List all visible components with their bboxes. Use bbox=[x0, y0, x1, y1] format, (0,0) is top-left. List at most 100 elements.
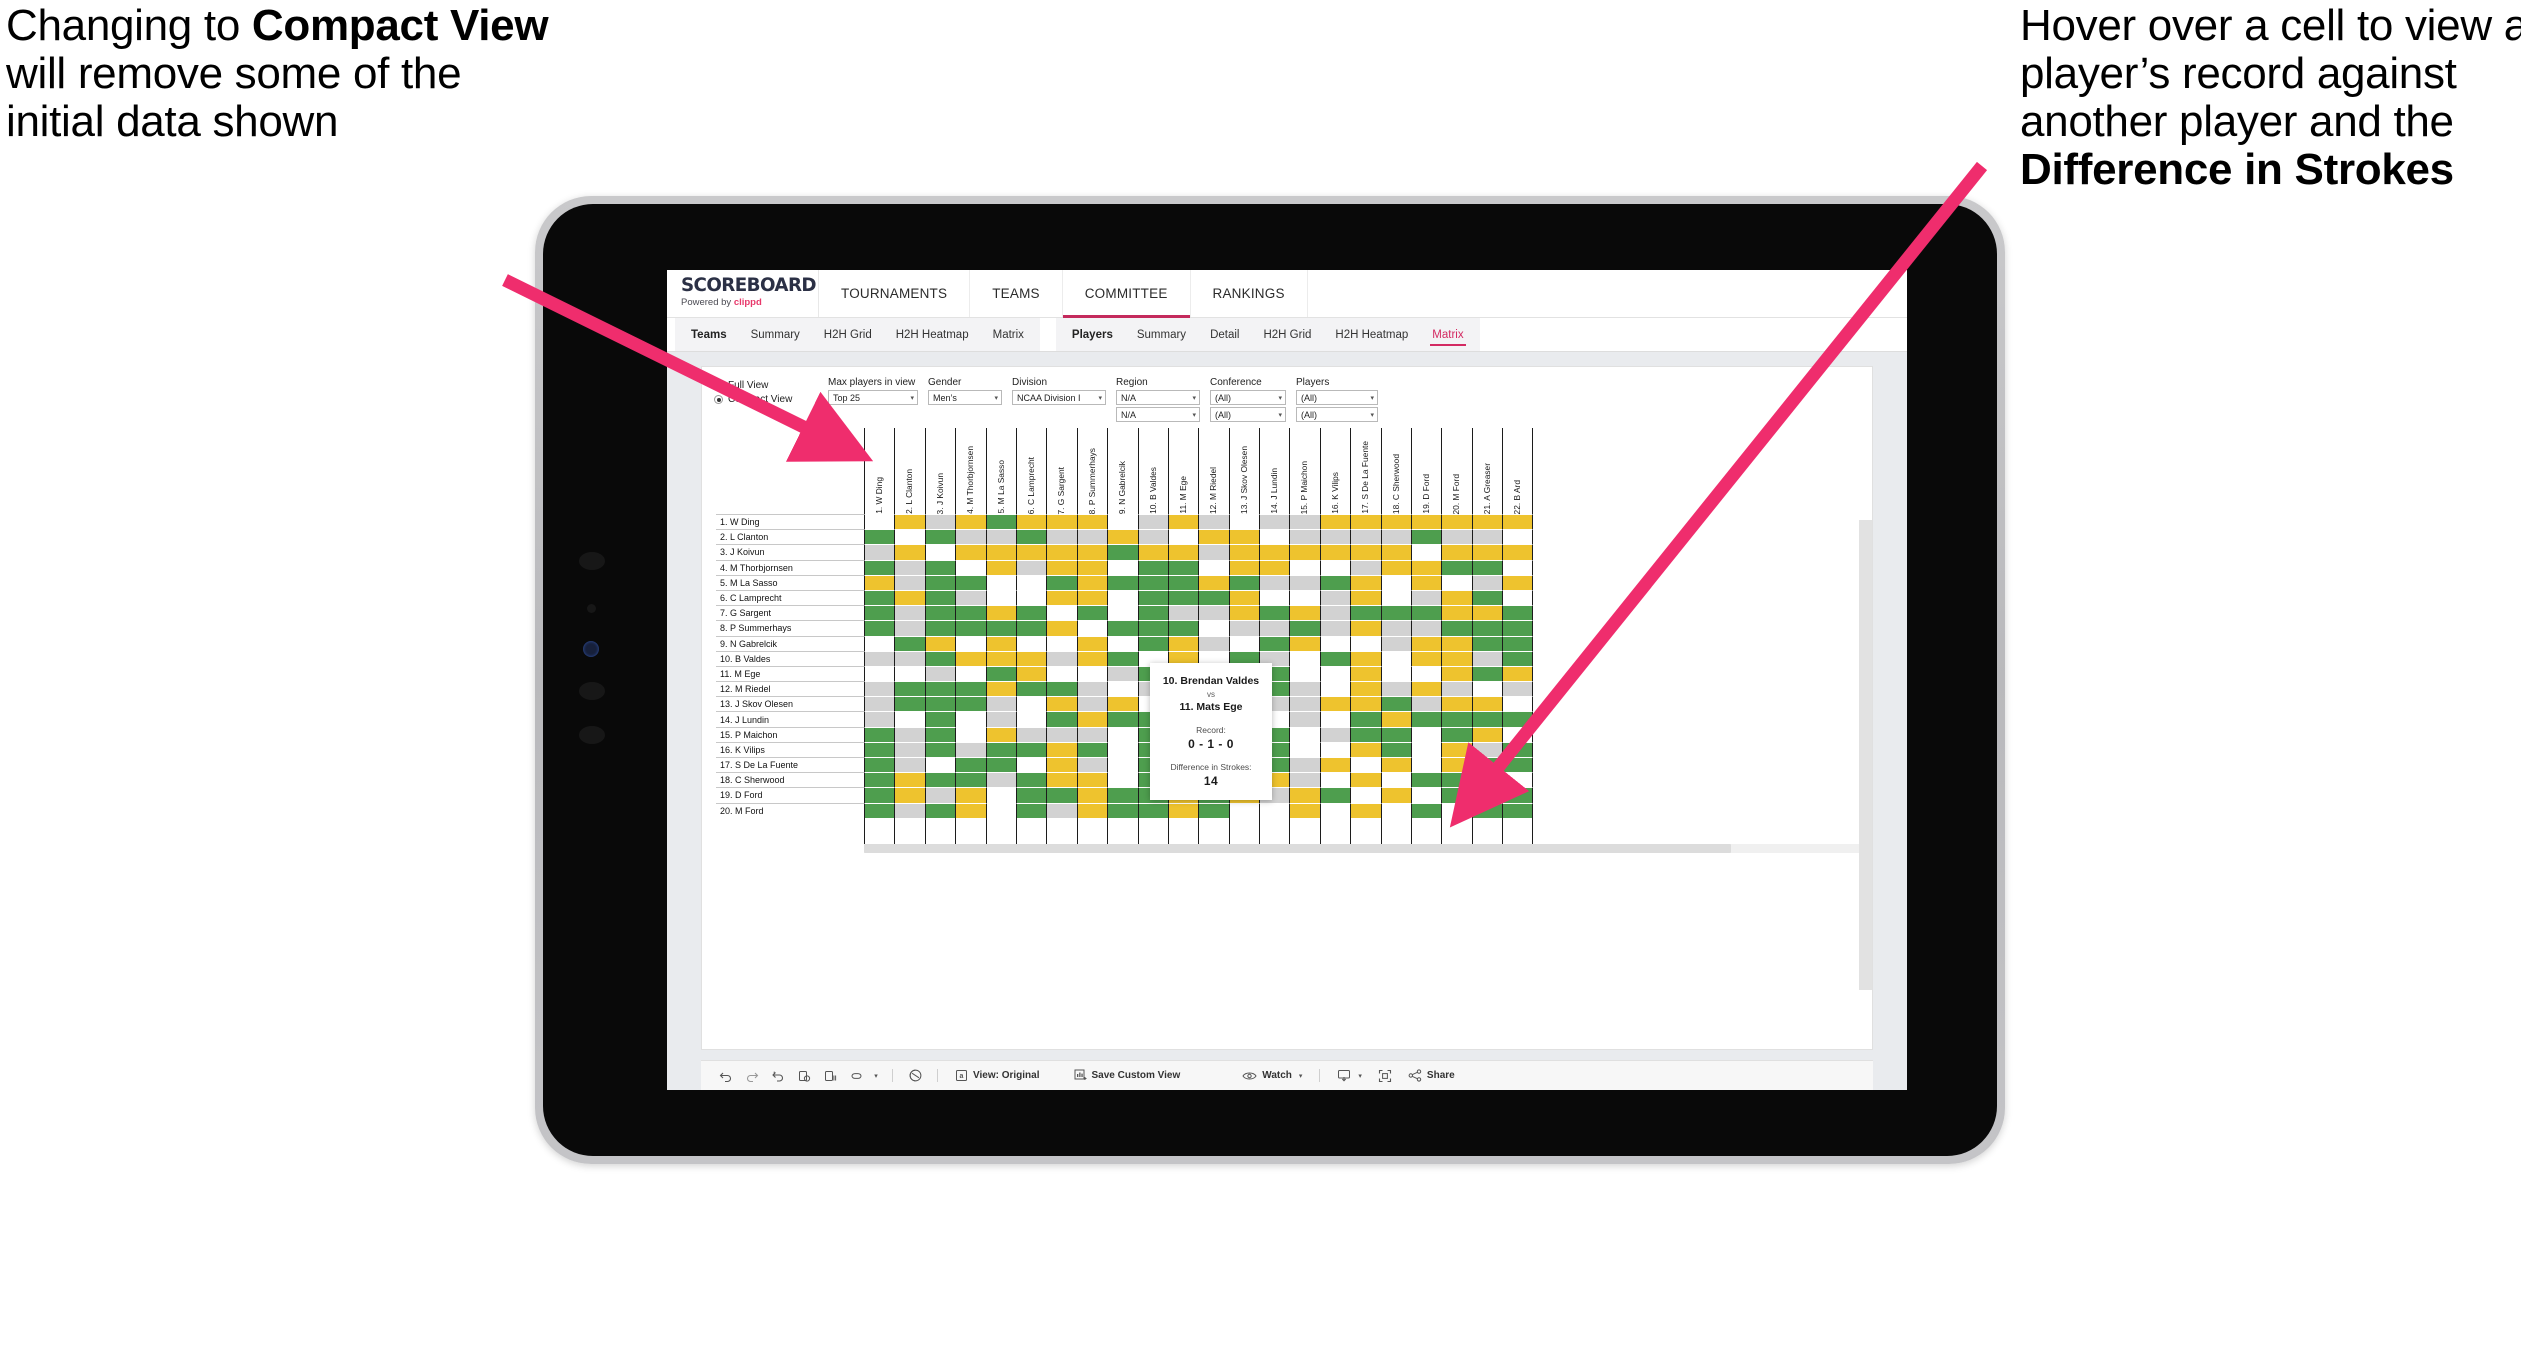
matrix-cell[interactable] bbox=[1471, 514, 1503, 530]
matrix-cell[interactable] bbox=[1380, 650, 1412, 666]
matrix-cell[interactable] bbox=[955, 802, 986, 818]
matrix-cell[interactable] bbox=[1137, 635, 1168, 651]
matrix-cell[interactable] bbox=[1046, 559, 1077, 575]
matrix-cell[interactable] bbox=[1411, 605, 1442, 621]
matrix-col-header[interactable]: 15. P Maichon bbox=[1289, 428, 1319, 514]
pause-auto-update-icon[interactable] bbox=[817, 1063, 843, 1089]
matrix-cell[interactable] bbox=[1411, 741, 1442, 757]
matrix-cell[interactable] bbox=[1411, 529, 1442, 545]
matrix-row-label[interactable]: 7. G Sargent bbox=[716, 605, 864, 621]
matrix-cell[interactable] bbox=[1380, 757, 1412, 773]
matrix-cell[interactable] bbox=[1350, 529, 1381, 545]
matrix-cell[interactable] bbox=[1441, 650, 1472, 666]
matrix-cell[interactable] bbox=[864, 574, 895, 590]
matrix-cell[interactable] bbox=[1411, 681, 1442, 697]
matrix-cell[interactable] bbox=[985, 650, 1016, 666]
matrix-cell[interactable] bbox=[1502, 757, 1533, 773]
matrix-cell[interactable] bbox=[1289, 696, 1320, 712]
matrix-cell[interactable] bbox=[1380, 802, 1412, 818]
matrix-cell[interactable] bbox=[955, 787, 986, 803]
matrix-cell[interactable] bbox=[1076, 544, 1108, 560]
matrix-cell[interactable] bbox=[1046, 757, 1077, 773]
matrix-cell[interactable] bbox=[1502, 544, 1533, 560]
matrix-cell[interactable] bbox=[1350, 726, 1381, 742]
view-mode-radio-full-view[interactable]: Full View bbox=[714, 380, 818, 391]
fullscreen-icon[interactable] bbox=[1370, 1063, 1400, 1089]
matrix-cell[interactable] bbox=[1411, 620, 1442, 636]
matrix-cell[interactable] bbox=[1350, 696, 1381, 712]
matrix-cell[interactable] bbox=[864, 529, 895, 545]
matrix-cell[interactable] bbox=[1107, 802, 1138, 818]
matrix-cell[interactable] bbox=[1228, 529, 1260, 545]
matrix-cell[interactable] bbox=[1076, 711, 1108, 727]
matrix-cell[interactable] bbox=[1319, 544, 1351, 560]
matrix-cell[interactable] bbox=[1015, 757, 1047, 773]
matrix-cell[interactable] bbox=[1259, 529, 1290, 545]
filter-select[interactable]: N/A ▾ bbox=[1116, 390, 1200, 405]
matrix-cell[interactable] bbox=[924, 650, 956, 666]
matrix-cell[interactable] bbox=[924, 559, 956, 575]
matrix-col-header[interactable]: 14. J Lundin bbox=[1259, 428, 1289, 514]
matrix-cell[interactable] bbox=[1411, 514, 1442, 530]
matrix-cell[interactable] bbox=[1350, 757, 1381, 773]
matrix-cell[interactable] bbox=[985, 696, 1016, 712]
matrix-cell[interactable] bbox=[955, 574, 986, 590]
matrix-cell[interactable] bbox=[1319, 741, 1351, 757]
matrix-cell[interactable] bbox=[1046, 741, 1077, 757]
matrix-cell[interactable] bbox=[1441, 741, 1472, 757]
subnav-item-h2h-heatmap[interactable]: H2H Heatmap bbox=[884, 318, 981, 351]
matrix-cell[interactable] bbox=[1350, 711, 1381, 727]
matrix-cell[interactable] bbox=[955, 529, 986, 545]
matrix-cell[interactable] bbox=[1198, 574, 1229, 590]
matrix-cell[interactable] bbox=[1380, 696, 1412, 712]
matrix-cell[interactable] bbox=[1441, 605, 1472, 621]
matrix-cell[interactable] bbox=[985, 605, 1016, 621]
matrix-cell[interactable] bbox=[864, 620, 895, 636]
matrix-cell[interactable] bbox=[1076, 757, 1108, 773]
matrix-col-header[interactable]: 22. B Ard bbox=[1502, 428, 1533, 514]
matrix-cell[interactable] bbox=[1350, 681, 1381, 697]
matrix-cell[interactable] bbox=[1380, 514, 1412, 530]
matrix-cell[interactable] bbox=[864, 589, 895, 606]
matrix-cell[interactable] bbox=[1350, 514, 1381, 530]
matrix-cell[interactable] bbox=[1076, 802, 1108, 818]
matrix-cell[interactable] bbox=[1319, 574, 1351, 590]
matrix-cell[interactable] bbox=[1107, 514, 1138, 530]
matrix-cell[interactable] bbox=[1076, 574, 1108, 590]
matrix-cell[interactable] bbox=[924, 726, 956, 742]
matrix-cell[interactable] bbox=[1350, 559, 1381, 575]
matrix-cell[interactable] bbox=[1259, 635, 1290, 651]
matrix-cell[interactable] bbox=[1167, 544, 1199, 560]
matrix-cell[interactable] bbox=[894, 529, 925, 545]
matrix-col-header[interactable]: 1. W Ding bbox=[864, 428, 894, 514]
matrix-cell[interactable] bbox=[1259, 559, 1290, 575]
matrix-col-header[interactable]: 9. N Gabrelcik bbox=[1107, 428, 1137, 514]
matrix-cell[interactable] bbox=[1046, 544, 1077, 560]
matrix-row-label[interactable]: 16. K Vilips bbox=[716, 741, 864, 757]
matrix-cell[interactable] bbox=[1076, 529, 1108, 545]
matrix-col-header[interactable]: 6. C Lamprecht bbox=[1015, 428, 1046, 514]
matrix-cell[interactable] bbox=[1471, 559, 1503, 575]
undo-icon[interactable] bbox=[713, 1063, 739, 1089]
matrix-cell[interactable] bbox=[1350, 665, 1381, 682]
matrix-cell[interactable] bbox=[864, 696, 895, 712]
matrix-cell[interactable] bbox=[1228, 574, 1260, 590]
matrix-cell[interactable] bbox=[985, 772, 1016, 788]
matrix-cell[interactable] bbox=[1046, 802, 1077, 818]
matrix-cell[interactable] bbox=[985, 711, 1016, 727]
matrix-cell[interactable] bbox=[1319, 559, 1351, 575]
matrix-cell[interactable] bbox=[894, 696, 925, 712]
matrix-cell[interactable] bbox=[1411, 802, 1442, 818]
matrix-cell[interactable] bbox=[1289, 559, 1320, 575]
matrix-cell[interactable] bbox=[955, 620, 986, 636]
matrix-cell[interactable] bbox=[924, 681, 956, 697]
matrix-cell[interactable] bbox=[1411, 711, 1442, 727]
matrix-cell[interactable] bbox=[1441, 635, 1472, 651]
matrix-cell[interactable] bbox=[894, 802, 925, 818]
topnav-item-tournaments[interactable]: TOURNAMENTS bbox=[819, 270, 971, 317]
matrix-cell[interactable] bbox=[1107, 681, 1138, 697]
filter-select[interactable]: Men’s ▾ bbox=[928, 390, 1002, 405]
matrix-cell[interactable] bbox=[924, 620, 956, 636]
matrix-cell[interactable] bbox=[1259, 605, 1290, 621]
matrix-cell[interactable] bbox=[1228, 589, 1260, 606]
